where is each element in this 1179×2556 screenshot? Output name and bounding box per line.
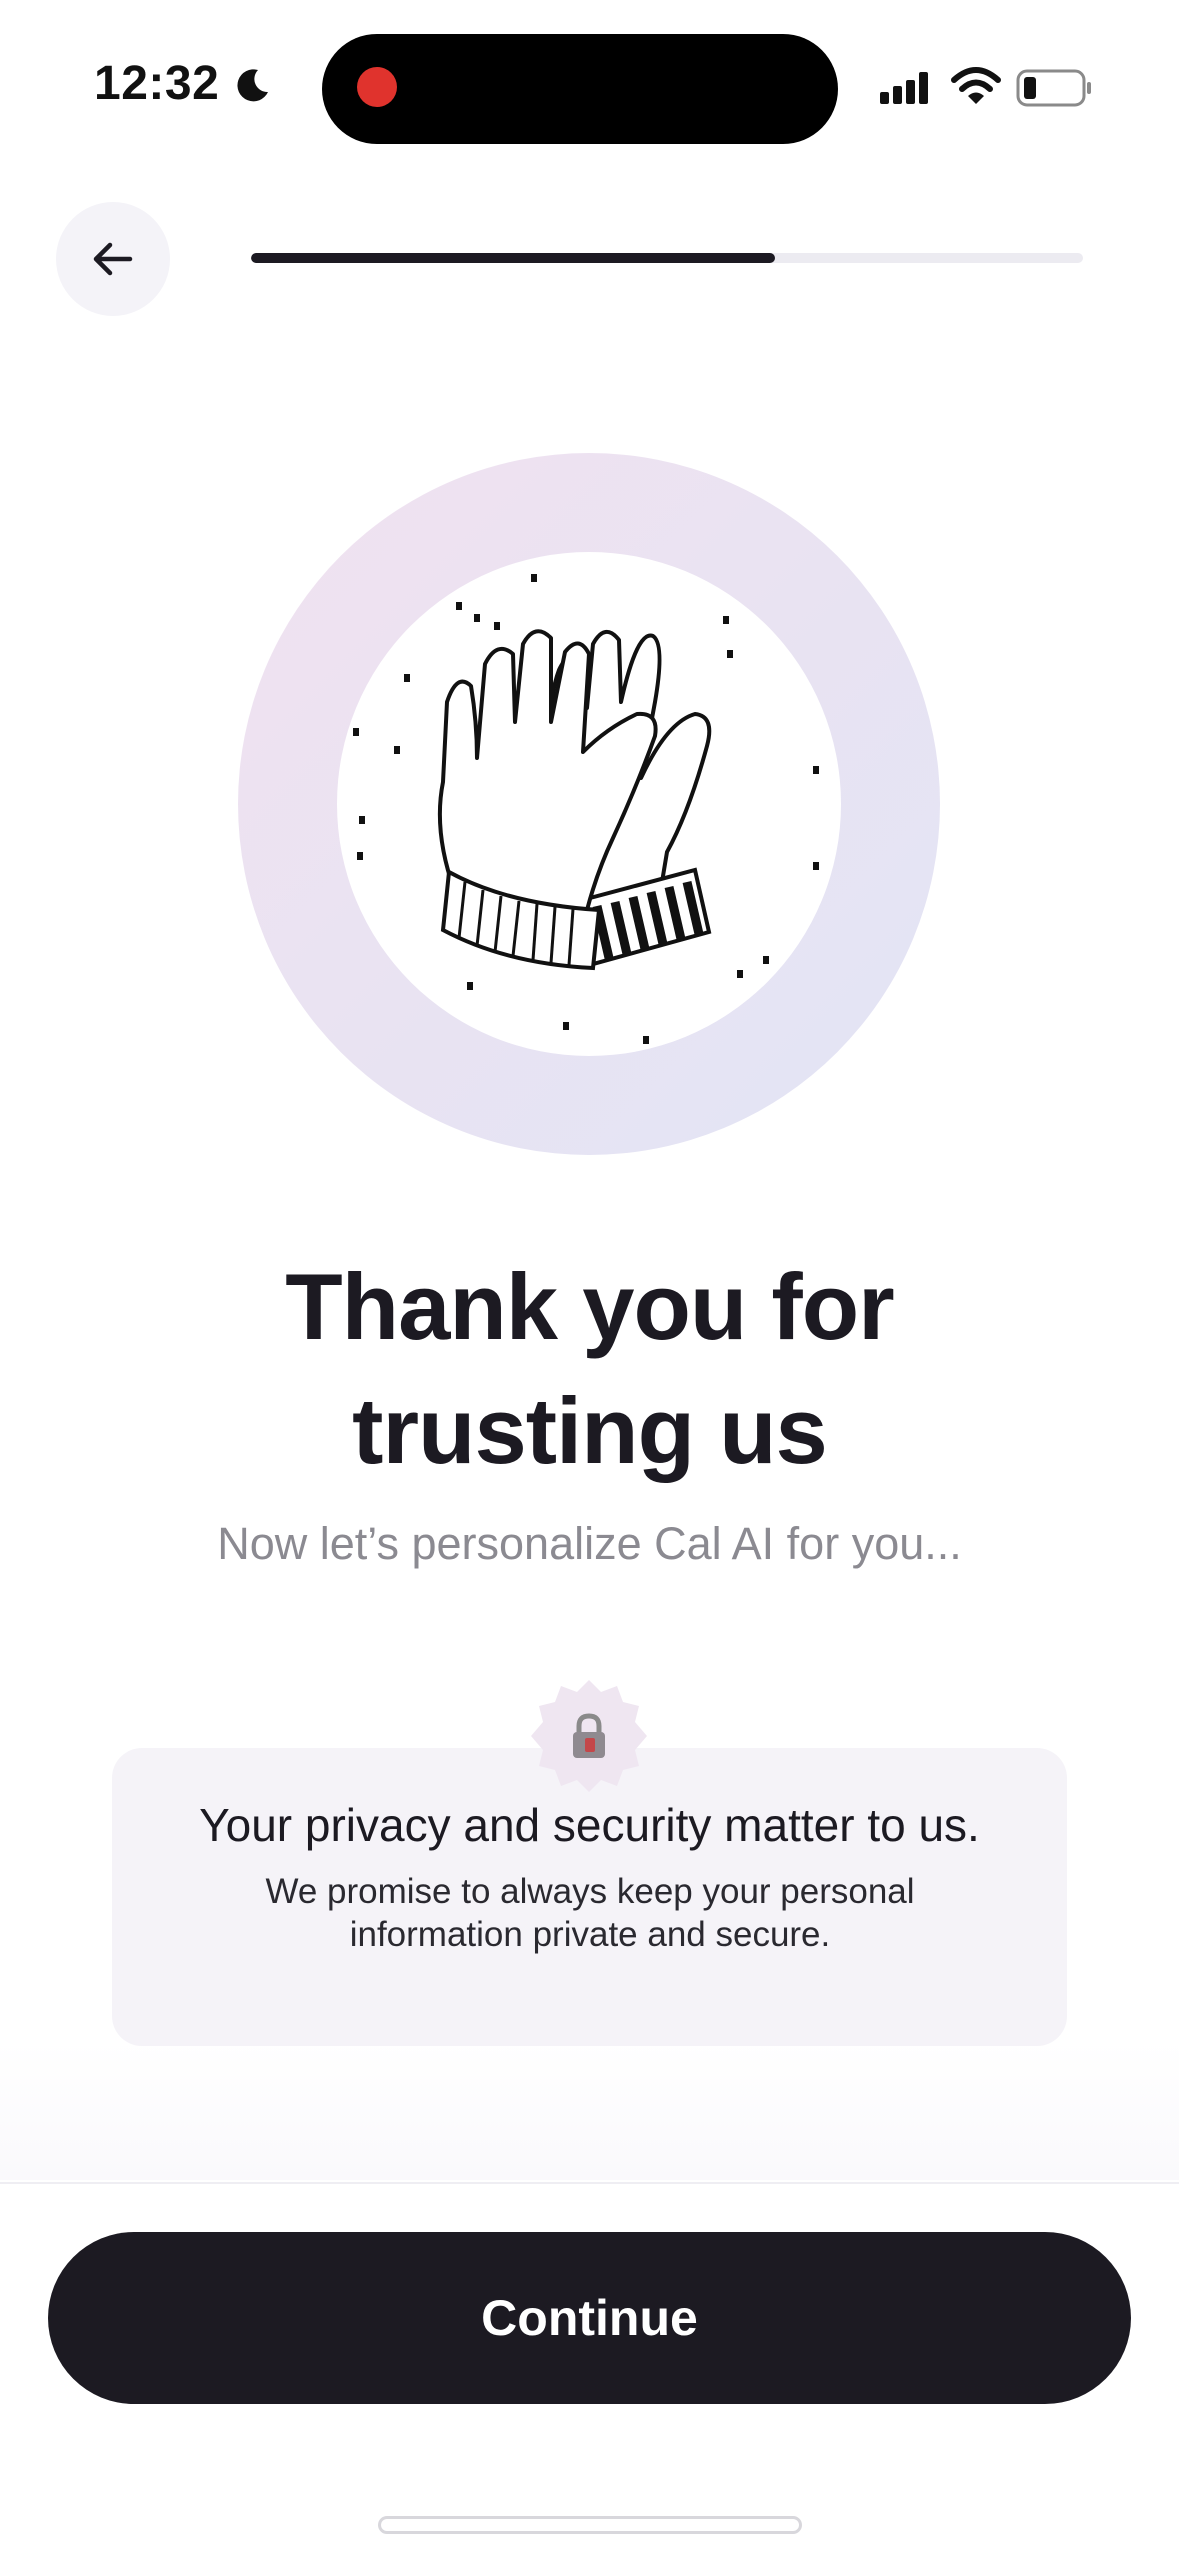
page-title: Thank you for trusting us [0, 1245, 1179, 1493]
status-time: 12:32 [94, 57, 220, 110]
bottom-fade [0, 2040, 1179, 2180]
home-indicator[interactable] [378, 2516, 802, 2534]
recording-indicator [357, 67, 397, 107]
battery-icon [1016, 69, 1091, 107]
privacy-text: We promise to always keep your personal … [265, 1872, 915, 1954]
privacy-title: Your privacy and security matter to us. [199, 1799, 980, 1851]
onboarding-screen: 12:32 Thank you for trusting us Now let’… [0, 0, 1179, 2556]
progress-fill [251, 253, 776, 263]
signal-icon [880, 72, 928, 104]
onboarding-progress-bar [251, 253, 1083, 263]
moon-icon [237, 69, 268, 102]
back-button[interactable] [56, 202, 170, 316]
continue-button[interactable]: Continue [48, 2232, 1131, 2404]
title-line-1: Thank you for [285, 1254, 894, 1359]
high-five-gloves-illustration [353, 574, 819, 1044]
page-subtitle: Now let’s personalize Cal AI for you... [217, 1518, 962, 1569]
title-line-2: trusting us [352, 1378, 828, 1483]
arrow-left-icon [93, 242, 133, 276]
dynamic-island [322, 34, 838, 144]
lock-badge-icon [531, 1680, 647, 1792]
wifi-icon [951, 67, 1001, 104]
